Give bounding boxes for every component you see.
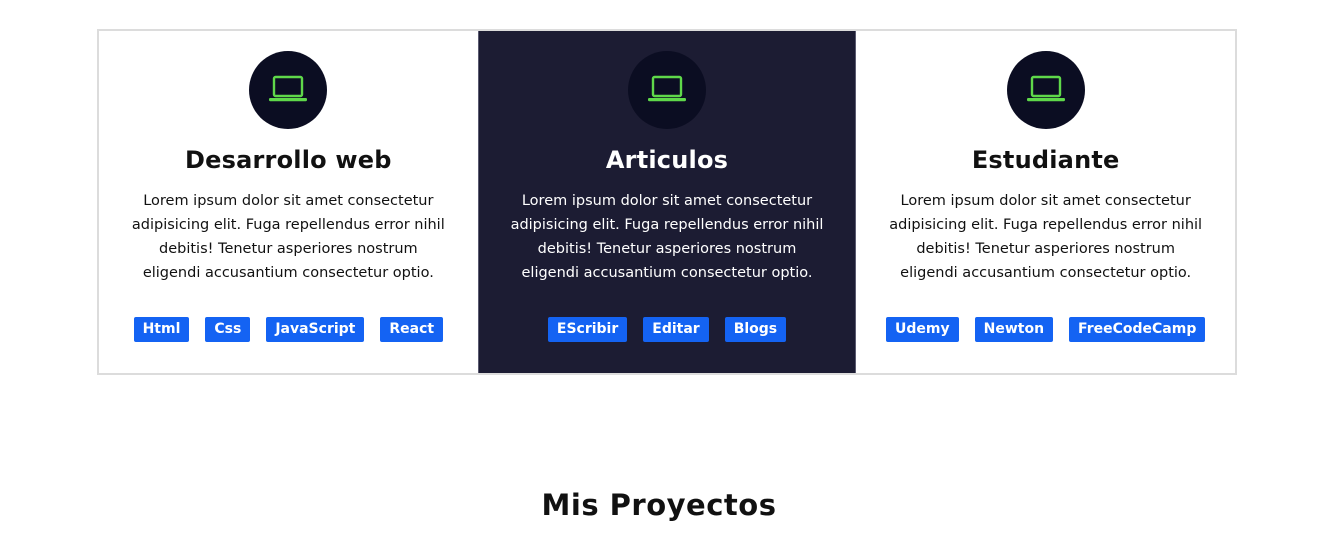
tag-react[interactable]: React (380, 317, 444, 342)
tag-html[interactable]: Html (133, 317, 190, 342)
tag-list: Html Css JavaScript React (133, 317, 444, 342)
tag-list: Udemy Newton FreeCodeCamp (886, 317, 1206, 342)
service-card-student: Estudiante Lorem ipsum dolor sit amet co… (856, 31, 1236, 373)
laptop-icon (269, 75, 308, 102)
tag-list: EScribir Editar Blogs (547, 317, 787, 342)
services-cards: Desarrollo web Lorem ipsum dolor sit ame… (97, 29, 1237, 375)
tag-udemy[interactable]: Udemy (886, 317, 959, 342)
section-title-projects: Mis Proyectos (541, 488, 777, 522)
card-description: Lorem ipsum dolor sit amet consectetur a… (510, 193, 824, 281)
laptop-icon-badge (628, 51, 706, 129)
tag-editar[interactable]: Editar (643, 317, 709, 342)
laptop-icon (648, 75, 686, 102)
tag-newton[interactable]: Newton (974, 317, 1054, 342)
service-card-web-development: Desarrollo web Lorem ipsum dolor sit ame… (99, 31, 478, 373)
card-description: Lorem ipsum dolor sit amet consectetur a… (889, 193, 1203, 281)
card-title: Desarrollo web (185, 146, 392, 174)
tag-escribir[interactable]: EScribir (547, 317, 628, 342)
tag-blogs[interactable]: Blogs (724, 317, 787, 342)
card-title: Estudiante (971, 146, 1120, 174)
card-title: Articulos (605, 146, 729, 174)
tag-freecodecamp[interactable]: FreeCodeCamp (1069, 317, 1206, 342)
laptop-icon-badge (1006, 51, 1085, 129)
tag-javascript[interactable]: JavaScript (266, 317, 365, 342)
service-card-articles: Articulos Lorem ipsum dolor sit amet con… (477, 31, 857, 373)
laptop-icon-badge (249, 51, 328, 129)
card-description: Lorem ipsum dolor sit amet consectetur a… (131, 193, 445, 281)
laptop-icon (1026, 75, 1065, 102)
tag-css[interactable]: Css (205, 317, 251, 342)
